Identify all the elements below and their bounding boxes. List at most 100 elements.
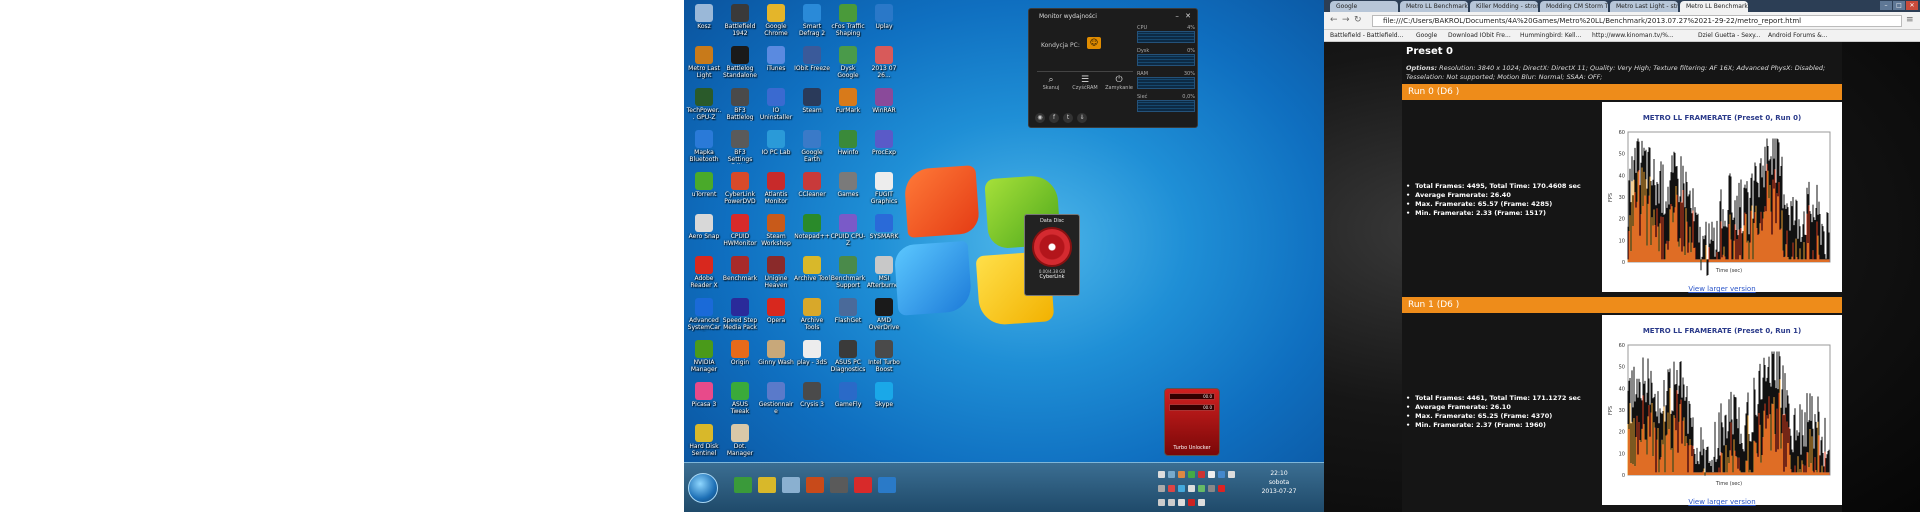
desktop-icon[interactable]: Metro Last Light [686, 44, 722, 86]
desktop-icon[interactable]: Battlelog Standalone [722, 44, 758, 86]
desktop-icon[interactable]: Aero Snap [686, 212, 722, 254]
bookmark-item[interactable]: Download IObit Fre... [1448, 31, 1511, 41]
desktop-icon[interactable]: Dot. Manager [722, 422, 758, 464]
facebook-icon[interactable]: f [1049, 113, 1059, 123]
tray-icon[interactable] [1208, 485, 1215, 492]
scan-button[interactable]: ⌕ Skanuj [1035, 75, 1067, 91]
tray-icon[interactable] [1218, 471, 1225, 478]
desktop-icon[interactable]: Opera [758, 296, 794, 338]
shutdown-button[interactable]: ⏻ Zamykanie [1103, 75, 1135, 91]
desktop-icon[interactable]: Notepad++ [794, 212, 830, 254]
desktop-icon[interactable]: BF3 Settings Editor [722, 128, 758, 170]
taskbar-app-7[interactable] [878, 477, 896, 493]
tab-killer-modding[interactable]: Killer Modding - strona... [1470, 1, 1538, 12]
data-disc-gadget[interactable]: Data Disc 0.00/4.38 GB CyberLink [1024, 214, 1080, 296]
desktop-icon[interactable]: Unigine Heaven [758, 254, 794, 296]
menu-icon[interactable]: ≡ [1906, 15, 1914, 26]
run-0-view-larger-link[interactable]: View larger version [1602, 285, 1842, 293]
taskbar-app-6[interactable] [854, 477, 872, 493]
minimize-icon[interactable]: – [1880, 1, 1892, 10]
tab-metro-last-light[interactable]: Metro Last Light - strona... [1610, 1, 1678, 12]
desktop-icon[interactable]: IO PC Lab [758, 128, 794, 170]
tray-icon[interactable] [1158, 485, 1165, 492]
run-0-chart[interactable]: METRO LL FRAMERATE (Preset 0, Run 0) 60 5… [1602, 102, 1842, 293]
tray-icon[interactable] [1198, 485, 1205, 492]
tray-icon[interactable] [1188, 485, 1195, 492]
desktop-icon[interactable]: Google Earth [794, 128, 830, 170]
desktop-icon[interactable]: Google Chrome [758, 2, 794, 44]
taskbar-app-1[interactable] [734, 477, 752, 493]
tray-icon[interactable] [1198, 471, 1205, 478]
tab-google[interactable]: Google [1330, 1, 1398, 12]
desktop-icon[interactable]: Hwinfo [830, 128, 866, 170]
taskbar-clock[interactable]: 22:10 sobota 2013-07-27 [1249, 469, 1309, 496]
taskbar-app-3[interactable] [782, 477, 800, 493]
desktop-icon[interactable]: Smart Defrag 2 [794, 2, 830, 44]
info-icon[interactable]: ◉ [1035, 113, 1045, 123]
tray-icon[interactable] [1188, 499, 1195, 506]
desktop-icon[interactable]: Steam Workshop [758, 212, 794, 254]
desktop-icon[interactable]: IObit Freeze [794, 44, 830, 86]
desktop-icon[interactable]: Origin [722, 338, 758, 380]
network-icon[interactable] [1178, 499, 1185, 506]
tray-icon[interactable] [1208, 471, 1215, 478]
desktop-icon[interactable]: BF3 Battlelog [722, 86, 758, 128]
download-icon[interactable]: ⇓ [1077, 113, 1087, 123]
clean-ram-button[interactable]: ☰ CzyśćRAM [1069, 75, 1101, 91]
desktop-icon[interactable]: Games [830, 170, 866, 212]
tab-metro-benchmark-active[interactable]: Metro LL Benchmark Re... [1680, 1, 1748, 12]
bookmark-item[interactable]: Battlefield - Battlefield... [1330, 31, 1403, 41]
tab-metro-benchmark-1[interactable]: Metro LL Benchmark Re... [1400, 1, 1468, 12]
desktop-icon[interactable]: IO Uninstaller [758, 86, 794, 128]
tray-icon[interactable] [1188, 471, 1195, 478]
desktop-icon[interactable]: CCleaner [794, 170, 830, 212]
desktop-icon[interactable]: Benchmark Support [830, 254, 866, 296]
reload-icon[interactable]: ↻ [1354, 15, 1362, 26]
tray-icon[interactable] [1168, 485, 1175, 492]
desktop-icon[interactable]: Benchmark [722, 254, 758, 296]
taskbar-app-5[interactable] [830, 477, 848, 493]
desktop-icon[interactable]: play - 3dS [794, 338, 830, 380]
maximize-icon[interactable]: □ [1893, 1, 1905, 10]
desktop-icon[interactable]: Dysk Google [830, 44, 866, 86]
desktop-icon[interactable]: ProcExp [866, 128, 902, 170]
desktop-icon[interactable]: Ginny Wash [758, 338, 794, 380]
desktop-icon[interactable]: uTorrent [686, 170, 722, 212]
bookmark-item[interactable]: Android Forums &... [1768, 31, 1828, 41]
run-1-view-larger-link[interactable]: View larger version [1602, 498, 1842, 506]
bookmark-item[interactable]: Google [1416, 31, 1437, 41]
taskbar-app-2[interactable] [758, 477, 776, 493]
desktop-icon[interactable]: cFos Traffic Shaping [830, 2, 866, 44]
desktop-icon[interactable]: NVIDIA Manager [686, 338, 722, 380]
taskbar-app-4[interactable] [806, 477, 824, 493]
run-1-chart[interactable]: METRO LL FRAMERATE (Preset 0, Run 1) 60 5… [1602, 315, 1842, 506]
address-bar[interactable]: file:///C:/Users/BAKROL/Documents/4A%20G… [1372, 15, 1902, 27]
desktop-icon[interactable]: Uplay [866, 2, 902, 44]
start-button[interactable] [688, 473, 718, 503]
desktop-icon[interactable]: Hard Disk Sentinel [686, 422, 722, 464]
tray-icon[interactable] [1158, 499, 1165, 506]
desktop-icon[interactable]: WinRAR [866, 86, 902, 128]
desktop-icon[interactable]: FurMark [830, 86, 866, 128]
desktop-icon[interactable]: Kosz [686, 2, 722, 44]
close-icon[interactable]: ✕ [1906, 1, 1918, 10]
tray-icon[interactable] [1218, 485, 1225, 492]
desktop-icon[interactable]: Speed Step Media Pack [722, 296, 758, 338]
desktop-icon[interactable]: Mapka Bluetooth [686, 128, 722, 170]
bookmark-item[interactable]: Dziel Guetta - Sexy... [1698, 31, 1761, 41]
desktop-icon[interactable]: CPUID HWMonitor [722, 212, 758, 254]
turbo-unlocker-gadget[interactable]: 00.0 00.0 Turbo Unlocker [1164, 388, 1220, 456]
desktop-icon[interactable]: Picasa 3 [686, 380, 722, 422]
desktop-icon[interactable]: FlashGet [830, 296, 866, 338]
desktop-icon[interactable]: Adobe Reader X [686, 254, 722, 296]
desktop-icon[interactable]: Advanced SystemCare [686, 296, 722, 338]
desktop-icon[interactable]: Intel Turbo Boost [866, 338, 902, 380]
forward-icon[interactable]: → [1342, 15, 1350, 26]
desktop-icon[interactable]: Battlefield 1942 [722, 2, 758, 44]
tray-icon[interactable] [1178, 471, 1185, 478]
flag-icon[interactable] [1198, 499, 1205, 506]
desktop-icon[interactable]: Archive Tool [794, 254, 830, 296]
tray-icon[interactable] [1178, 485, 1185, 492]
tray-icon[interactable] [1228, 471, 1235, 478]
desktop-icon[interactable]: Gestionnaire [758, 380, 794, 422]
